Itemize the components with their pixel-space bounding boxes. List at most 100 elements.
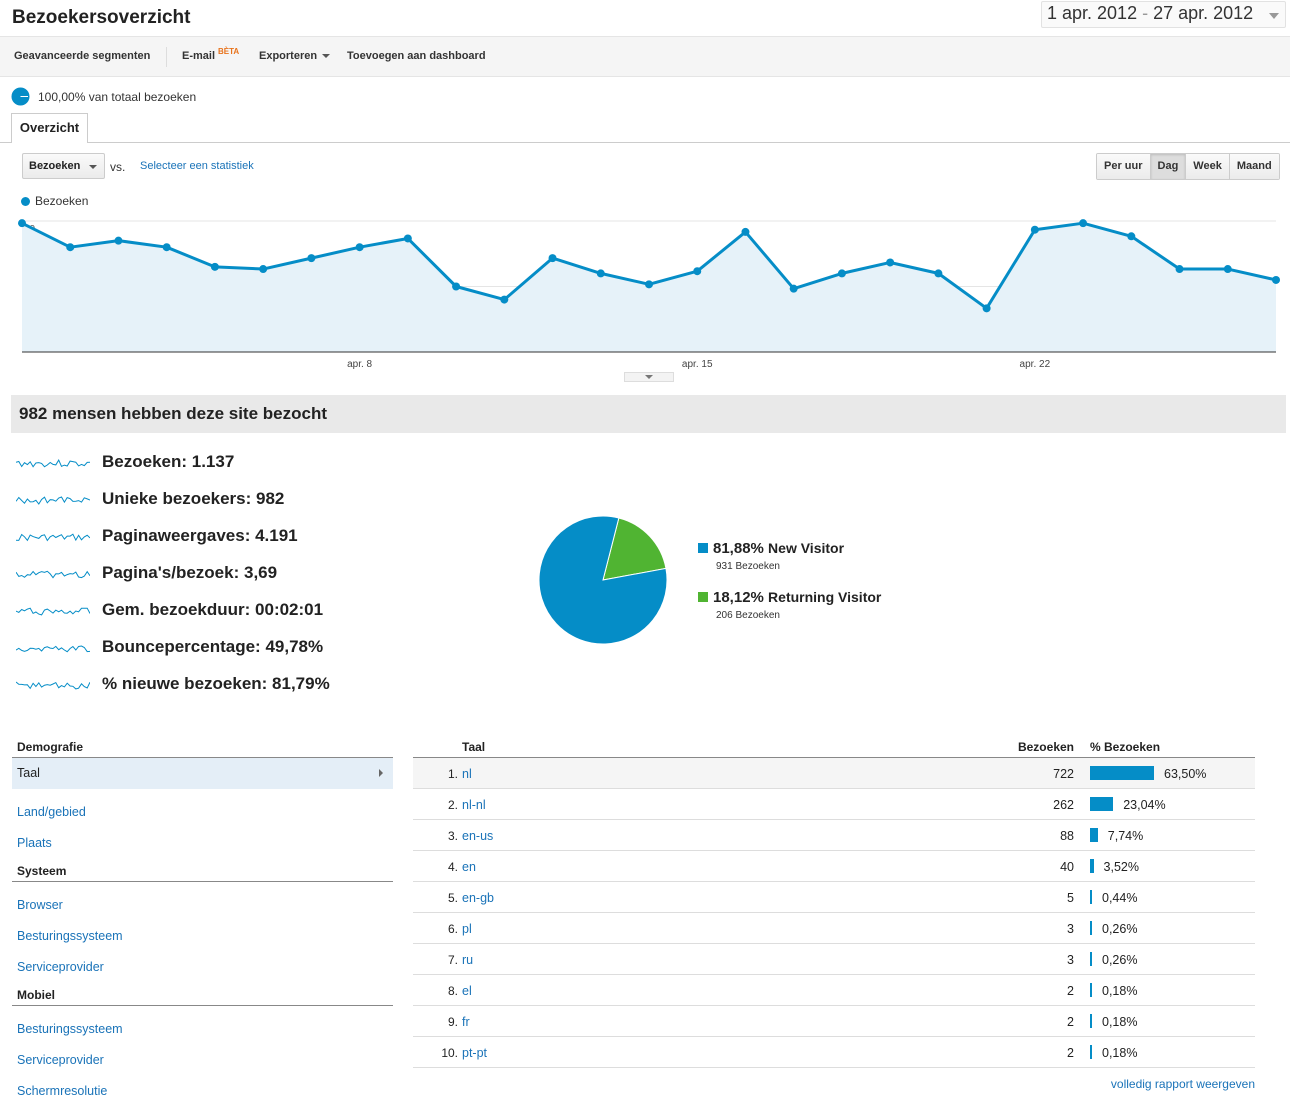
data-point-7[interactable] (307, 254, 316, 263)
data-point-25[interactable] (1175, 265, 1184, 274)
language-link[interactable]: el (462, 984, 472, 998)
export-button[interactable]: Exporteren (259, 50, 331, 62)
data-point-22[interactable] (1030, 225, 1039, 234)
tab-overview[interactable]: Overzicht (11, 113, 88, 143)
data-point-27[interactable] (1272, 275, 1280, 284)
row-visits: 722 (1053, 767, 1074, 781)
metric-select[interactable]: Bezoeken (22, 153, 105, 179)
advanced-segments-button[interactable]: Geavanceerde segmenten (14, 50, 150, 62)
data-point-3[interactable] (114, 236, 123, 245)
data-point-9[interactable] (403, 234, 412, 243)
data-point-23[interactable] (1079, 219, 1088, 228)
data-point-26[interactable] (1223, 265, 1232, 274)
data-point-8[interactable] (355, 243, 364, 252)
language-link[interactable]: fr (462, 1015, 470, 1029)
date-range-picker[interactable]: 1 apr. 2012 - 27 apr. 2012 (1041, 1, 1286, 28)
language-link[interactable]: en (462, 860, 476, 874)
data-point-12[interactable] (548, 254, 557, 263)
pct-bar (1090, 890, 1092, 904)
period-month-button[interactable]: Maand (1229, 154, 1279, 179)
table-row: 4. en 40 3,52% (413, 851, 1255, 882)
data-point-20[interactable] (934, 269, 943, 278)
add-to-dashboard-button[interactable]: Toevoegen aan dashboard (347, 50, 486, 62)
chevron-right-icon (379, 769, 383, 777)
period-selector: Per uur Dag Week Maand (1096, 153, 1280, 180)
data-point-11[interactable] (500, 295, 509, 304)
column-header-pct-visits[interactable]: % Bezoeken (1090, 740, 1160, 754)
data-point-6[interactable] (259, 265, 268, 274)
nav-item-label: Taal (17, 766, 40, 780)
data-point-24[interactable] (1127, 232, 1136, 241)
pct-bar (1090, 1045, 1092, 1059)
language-link[interactable]: en-gb (462, 891, 494, 905)
column-header-visits[interactable]: Bezoeken (1018, 740, 1074, 754)
data-point-16[interactable] (741, 227, 750, 236)
row-visits: 2 (1067, 1046, 1074, 1060)
nav-item-serviceprovider[interactable]: Serviceprovider (17, 960, 104, 974)
row-index: 1. (447, 767, 458, 781)
nav-item-land-gebied[interactable]: Land/gebied (17, 805, 86, 819)
data-point-18[interactable] (837, 269, 846, 278)
stat-label-text: % nieuwe bezoeken: (102, 674, 273, 693)
stat-label-text: Bouncepercentage: (102, 637, 266, 656)
sparkline-icon (16, 459, 90, 468)
legend-percentage: 81,88% (713, 540, 769, 557)
data-point-13[interactable] (596, 269, 605, 278)
period-week-button[interactable]: Week (1186, 154, 1230, 179)
export-label: Exporteren (259, 50, 318, 62)
data-point-4[interactable] (162, 243, 171, 252)
tab-divider (0, 142, 1290, 143)
period-day-button[interactable]: Dag (1150, 154, 1187, 179)
language-link[interactable]: en-us (462, 829, 493, 843)
language-link[interactable]: pt-pt (462, 1046, 487, 1060)
sparkline-icon (16, 645, 90, 653)
visitor-type-pie-chart[interactable] (537, 514, 669, 646)
table-row: 2. nl-nl 262 23,04% (413, 789, 1255, 820)
data-point-21[interactable] (982, 304, 991, 313)
nav-item-serviceprovider[interactable]: Serviceprovider (17, 1053, 104, 1067)
nav-item-browser[interactable]: Browser (17, 898, 63, 912)
nav-item-besturingssysteem[interactable]: Besturingssysteem (17, 1022, 123, 1036)
row-visits: 88 (1060, 829, 1074, 843)
visits-line-chart[interactable]: 3060apr. 8apr. 15apr. 22 (0, 205, 1290, 370)
report-toolbar: Geavanceerde segmenten E-mail BÈTA Export… (0, 36, 1290, 77)
column-header-language[interactable]: Taal (462, 740, 485, 754)
data-point-1[interactable] (18, 219, 26, 228)
date-separator: - (1137, 3, 1154, 23)
data-point-2[interactable] (66, 243, 75, 252)
language-link[interactable]: nl (462, 767, 472, 781)
row-index: 10. (441, 1046, 458, 1060)
nav-section-rule (12, 881, 393, 882)
stat-label-text: Pagina's/bezoek: (102, 563, 244, 582)
data-point-5[interactable] (210, 262, 219, 271)
chart-collapse-toggle[interactable] (624, 372, 674, 382)
data-point-15[interactable] (693, 267, 702, 276)
language-link[interactable]: ru (462, 953, 473, 967)
table-row: 5. en-gb 5 0,44% (413, 882, 1255, 913)
data-point-19[interactable] (886, 258, 895, 267)
data-point-10[interactable] (452, 282, 461, 291)
row-index: 5. (447, 891, 458, 905)
language-link[interactable]: pl (462, 922, 472, 936)
row-visits: 5 (1067, 891, 1074, 905)
nav-item-taal[interactable]: Taal (12, 758, 393, 789)
nav-item-plaats[interactable]: Plaats (17, 836, 52, 850)
email-button[interactable]: E-mail BÈTA (182, 47, 239, 62)
table-row: 9. fr 2 0,18% (413, 1006, 1255, 1037)
pct-bar (1090, 828, 1098, 842)
row-pct: 0,26% (1102, 922, 1138, 936)
select-metric-link[interactable]: Selecteer een statistiek (140, 160, 254, 172)
stat-label: Bouncepercentage: 49,78% (102, 637, 323, 657)
period-hourly-button[interactable]: Per uur (1097, 154, 1151, 179)
row-pct: 7,74% (1107, 829, 1144, 843)
language-link[interactable]: nl-nl (462, 798, 486, 812)
row-index: 3. (447, 829, 458, 843)
data-point-14[interactable] (645, 280, 653, 289)
nav-item-besturingssysteem[interactable]: Besturingssysteem (17, 929, 123, 943)
x-tick-label: apr. 22 (1020, 359, 1051, 370)
nav-item-schermresolutie[interactable]: Schermresolutie (17, 1084, 107, 1098)
row-visits: 40 (1060, 860, 1074, 874)
row-pct: 0,44% (1102, 891, 1138, 905)
full-report-link[interactable]: volledig rapport weergeven (1111, 1077, 1255, 1091)
data-point-17[interactable] (789, 284, 798, 293)
